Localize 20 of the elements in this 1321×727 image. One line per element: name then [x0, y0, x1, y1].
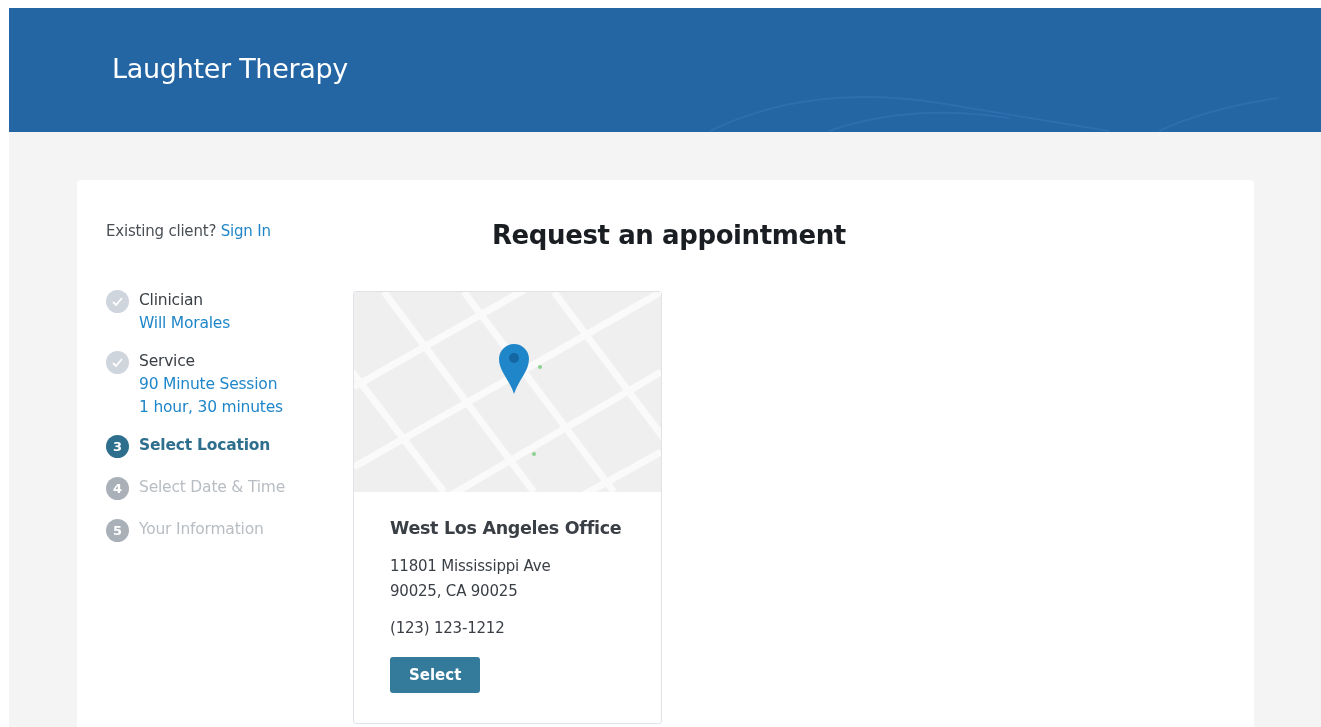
location-name: West Los Angeles Office	[390, 518, 623, 538]
phone-number: (123) 123-1212	[390, 618, 506, 639]
step-number: 3	[106, 435, 129, 458]
step-number: 4	[106, 477, 129, 500]
sign-in-prompt: Existing client? Sign In	[106, 222, 272, 240]
step-label: Your Information	[139, 520, 264, 538]
step-label: Select Location	[139, 436, 271, 454]
sign-in-link[interactable]: Sign In	[220, 222, 271, 240]
step-label: Clinician	[139, 291, 204, 309]
step-detail-link[interactable]: Will Morales	[139, 314, 231, 332]
address-line: 90025, CA 90025	[390, 581, 519, 602]
step-detail-link[interactable]: 90 Minute Session	[139, 375, 283, 393]
step-label: Select Date & Time	[139, 478, 286, 496]
site-title: Laughter Therapy	[111, 52, 348, 84]
step-label: Service	[139, 352, 196, 370]
address-line: 11801 Mississippi Ave	[390, 556, 552, 577]
select-button[interactable]: Select	[390, 657, 481, 693]
page-heading: Request an appointment	[492, 220, 847, 250]
step-number: 5	[106, 519, 129, 542]
step-detail-link[interactable]: 1 hour, 30 minutes	[139, 398, 283, 416]
